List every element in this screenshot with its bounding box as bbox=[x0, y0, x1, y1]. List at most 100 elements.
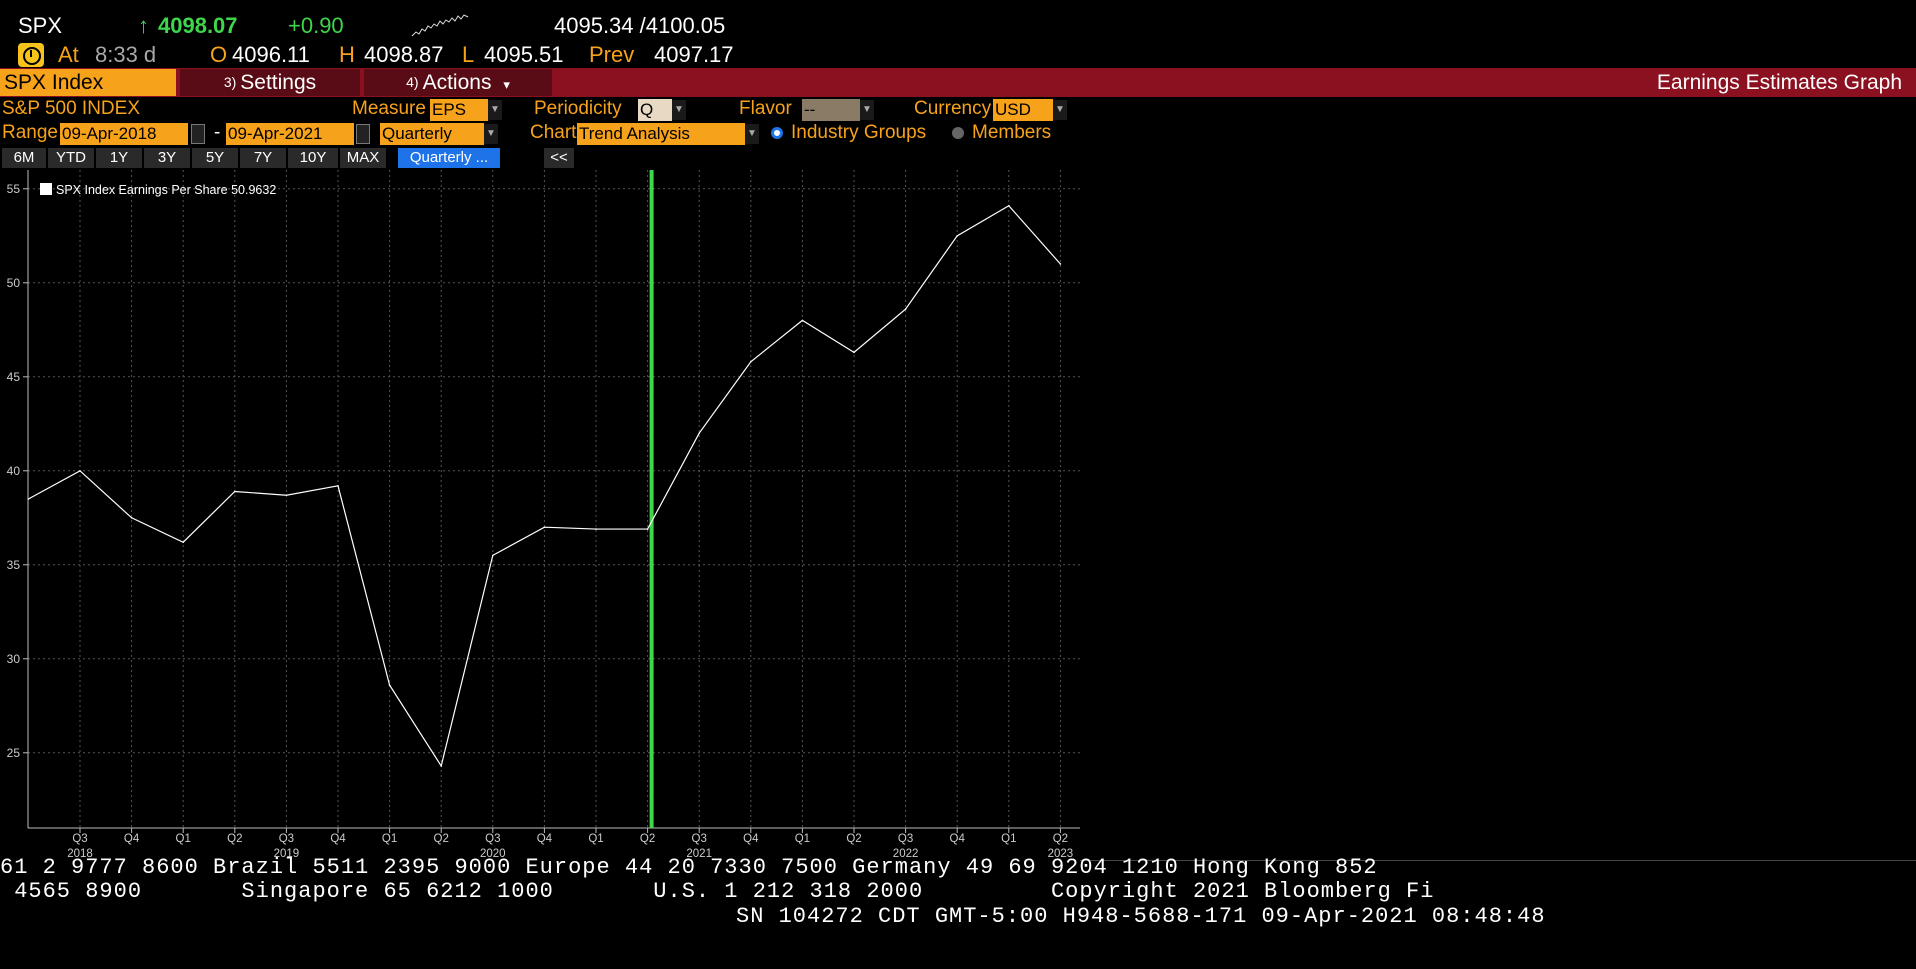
x-tick-label: Q1 bbox=[382, 833, 397, 845]
data-point bbox=[801, 319, 804, 322]
periodicity-select[interactable]: Q bbox=[638, 99, 672, 121]
measure-select[interactable]: EPS bbox=[430, 99, 488, 121]
settings-button[interactable]: 3) Settings bbox=[180, 69, 360, 96]
x-tick-label: Q4 bbox=[537, 833, 553, 845]
range-end-input[interactable]: 09-Apr-2021 bbox=[226, 123, 354, 145]
x-tick-label: Q3 bbox=[898, 833, 913, 845]
high-price: 4098.87 bbox=[364, 42, 444, 67]
y-tick-label: 25 bbox=[7, 746, 21, 760]
range-button-quarterly[interactable]: Quarterly ... bbox=[398, 148, 500, 168]
legend-label: SPX Index Earnings Per Share 50.9632 bbox=[56, 183, 276, 197]
periodicity-dropdown-icon[interactable]: ▼ bbox=[672, 100, 686, 120]
range-button-5y[interactable]: 5Y bbox=[192, 148, 238, 168]
data-point bbox=[285, 494, 288, 497]
eps-chart[interactable]: 25 30 35 40 45 50 55 Q3 Q4 Q1 Q2 Q3 Q4 Q1 Q2 Q3 Q4 Q1 Q2 Q… bbox=[0, 170, 1080, 860]
clock-icon bbox=[18, 43, 44, 67]
data-point bbox=[904, 308, 907, 310]
y-axis: 25 30 35 40 45 50 55 bbox=[7, 170, 29, 828]
range-button-max[interactable]: MAX bbox=[340, 148, 386, 168]
quote-time: 8:33 d bbox=[95, 42, 157, 67]
flavor-dropdown-icon[interactable]: ▼ bbox=[860, 100, 874, 120]
today-marker bbox=[649, 170, 654, 828]
range-button-7y[interactable]: 7Y bbox=[240, 148, 286, 168]
members-label[interactable]: Members bbox=[972, 121, 1051, 145]
last-price: 4098.07 bbox=[158, 13, 238, 38]
high-label: H bbox=[339, 42, 355, 67]
x-tick-label: Q3 bbox=[279, 833, 294, 845]
y-tick-label: 45 bbox=[7, 370, 21, 384]
x-tick-label: Q4 bbox=[330, 833, 346, 845]
x-tick-label: Q2 bbox=[227, 833, 242, 845]
y-tick-label: 30 bbox=[7, 652, 21, 666]
data-point bbox=[956, 235, 958, 237]
range-period-select[interactable]: Quarterly bbox=[380, 123, 484, 145]
settings-label: Settings bbox=[240, 71, 317, 94]
range-start-input[interactable]: 09-Apr-2018 bbox=[60, 123, 188, 145]
legend-swatch bbox=[40, 183, 52, 195]
data-point bbox=[646, 528, 649, 530]
prev-label: Prev bbox=[589, 42, 635, 67]
x-tick-label: Q4 bbox=[124, 833, 140, 845]
measure-dropdown-icon[interactable]: ▼ bbox=[488, 100, 502, 120]
data-point bbox=[234, 490, 236, 493]
industry-groups-radio[interactable] bbox=[771, 127, 783, 139]
x-tick-label: Q4 bbox=[743, 833, 759, 845]
ticker-line-3: SN 104272 CDT GMT-5:00 H948-5688-171 09-… bbox=[736, 904, 1546, 929]
y-tick-label: 40 bbox=[7, 464, 21, 478]
range-period-dropdown-icon[interactable]: ▼ bbox=[484, 124, 498, 144]
y-tick-label: 55 bbox=[7, 182, 21, 196]
data-point bbox=[595, 528, 597, 530]
chevron-down-icon: ▾ bbox=[503, 77, 510, 92]
range-button-1y[interactable]: 1Y bbox=[96, 148, 142, 168]
range-button-6m[interactable]: 6M bbox=[2, 148, 46, 168]
ticker-symbol: SPX bbox=[18, 13, 63, 38]
data-point bbox=[492, 554, 494, 557]
low-label: L bbox=[462, 42, 475, 67]
open-price: 4096.11 bbox=[232, 42, 310, 67]
range-button-3y[interactable]: 3Y bbox=[144, 148, 190, 168]
bid-ask: 4095.34 /4100.05 bbox=[554, 13, 726, 38]
low-price: 4095.51 bbox=[484, 42, 564, 67]
currency-dropdown-icon[interactable]: ▼ bbox=[1053, 100, 1067, 120]
screen-title: Earnings Estimates Graph bbox=[1656, 71, 1902, 94]
sparkline-icon bbox=[411, 14, 469, 37]
chart-type-dropdown-icon[interactable]: ▼ bbox=[745, 124, 759, 144]
data-point bbox=[130, 517, 133, 519]
range-button-10y[interactable]: 10Y bbox=[288, 148, 338, 168]
open-label: O bbox=[210, 42, 228, 67]
chart-grid bbox=[28, 170, 1080, 828]
x-tick-label: Q2 bbox=[846, 833, 861, 845]
y-tick-label: 50 bbox=[7, 276, 21, 290]
flavor-label: Flavor bbox=[739, 98, 792, 119]
actions-number: 4) bbox=[406, 74, 419, 90]
ticker-line-2: 4565 8900 Singapore 65 6212 1000 U.S. 1 … bbox=[0, 880, 1435, 904]
range-button-ytd[interactable]: YTD bbox=[48, 148, 94, 168]
calendar-icon[interactable] bbox=[356, 124, 370, 144]
flavor-select[interactable]: -- bbox=[802, 99, 860, 121]
data-point bbox=[337, 485, 339, 487]
x-tick-label: Q2 bbox=[640, 833, 655, 845]
range-separator: - bbox=[214, 122, 221, 143]
data-point bbox=[79, 470, 81, 472]
x-tick-label: Q4 bbox=[950, 833, 966, 845]
chart-type-select[interactable]: Trend Analysis bbox=[577, 123, 745, 145]
security-tab[interactable]: SPX Index bbox=[0, 69, 176, 96]
data-point bbox=[388, 684, 391, 686]
at-label: At bbox=[58, 42, 79, 67]
actions-label: Actions bbox=[422, 71, 492, 94]
data-point bbox=[750, 360, 752, 363]
settings-number: 3) bbox=[223, 74, 237, 90]
ticker-line-1: 61 2 9777 8600 Brazil 5511 2395 9000 Eur… bbox=[0, 856, 1378, 880]
actions-button[interactable]: 4) Actions ▾ bbox=[364, 69, 552, 96]
data-point bbox=[440, 765, 443, 767]
industry-groups-label[interactable]: Industry Groups bbox=[791, 121, 926, 145]
members-radio[interactable] bbox=[952, 127, 964, 139]
collapse-button[interactable]: << bbox=[544, 148, 574, 168]
x-tick-label: Q3 bbox=[72, 833, 87, 845]
calendar-icon[interactable] bbox=[191, 124, 205, 144]
data-point bbox=[543, 526, 546, 528]
periodicity-label: Periodicity bbox=[534, 98, 622, 119]
range-label: Range bbox=[2, 122, 58, 143]
x-tick-label: Q1 bbox=[1001, 833, 1016, 845]
currency-select[interactable]: USD bbox=[993, 99, 1053, 121]
